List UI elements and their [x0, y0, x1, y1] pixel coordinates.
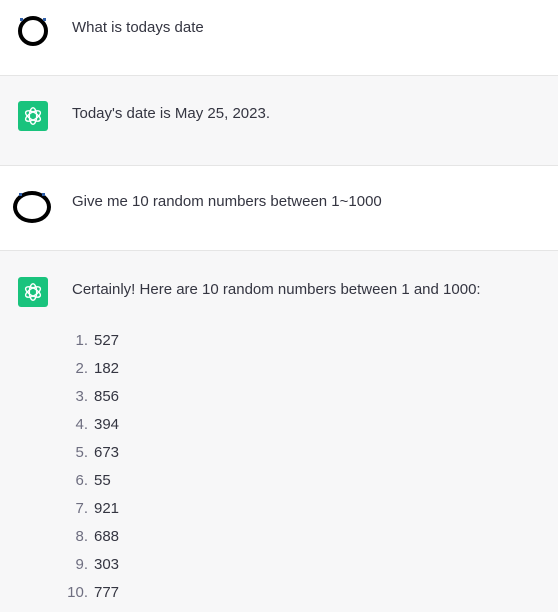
assistant-message: Today's date is May 25, 2023.: [0, 76, 558, 166]
list-index: 8.: [75, 528, 88, 545]
list-value: 673: [94, 444, 120, 461]
list-item: 2. 182: [60, 355, 119, 383]
list-value: 688: [94, 528, 120, 545]
list-value: 856: [94, 388, 120, 405]
openai-logo-icon: [18, 277, 48, 307]
list-value: 303: [94, 556, 120, 573]
list-index: 7.: [75, 500, 88, 517]
list-item: 5. 673: [60, 439, 119, 467]
list-item: 6. 55: [60, 467, 119, 495]
list-value: 527: [94, 332, 120, 349]
message-text: What is todays date: [72, 19, 204, 36]
list-item: 9. 303: [60, 551, 119, 579]
list-value: 777: [94, 584, 120, 601]
list-item: 4. 394: [60, 411, 119, 439]
list-index: 10.: [67, 584, 88, 601]
list-index: 4.: [75, 416, 88, 433]
list-item: 3. 856: [60, 383, 119, 411]
openai-logo-icon: [18, 101, 48, 131]
user-avatar-icon: [18, 16, 48, 46]
list-value: 182: [94, 360, 120, 377]
list-item: 10. 777: [60, 579, 119, 607]
list-index: 6.: [75, 472, 88, 489]
list-index: 9.: [75, 556, 88, 573]
chat-thread: What is todays date Today's date is May …: [0, 0, 558, 612]
list-index: 1.: [75, 332, 88, 349]
list-item: 8. 688: [60, 523, 119, 551]
list-value: 921: [94, 500, 120, 517]
assistant-message: Certainly! Here are 10 random numbers be…: [0, 251, 558, 612]
user-message: Give me 10 random numbers between 1~1000: [0, 166, 558, 251]
list-value: 394: [94, 416, 120, 433]
list-index: 2.: [75, 360, 88, 377]
number-list: 1. 527 2. 182 3. 856 4. 394 5. 673 6. 55 7. 921…: [60, 327, 119, 607]
user-message: What is todays date: [0, 0, 558, 76]
list-item: 1. 527: [60, 327, 119, 355]
message-text: Certainly! Here are 10 random numbers be…: [72, 281, 481, 298]
list-item: 7. 921: [60, 495, 119, 523]
message-text: Give me 10 random numbers between 1~1000: [72, 193, 382, 210]
user-avatar-icon: [13, 191, 51, 223]
list-index: 3.: [75, 388, 88, 405]
message-text: Today's date is May 25, 2023.: [72, 105, 270, 122]
list-index: 5.: [75, 444, 88, 461]
list-value: 55: [94, 472, 111, 489]
